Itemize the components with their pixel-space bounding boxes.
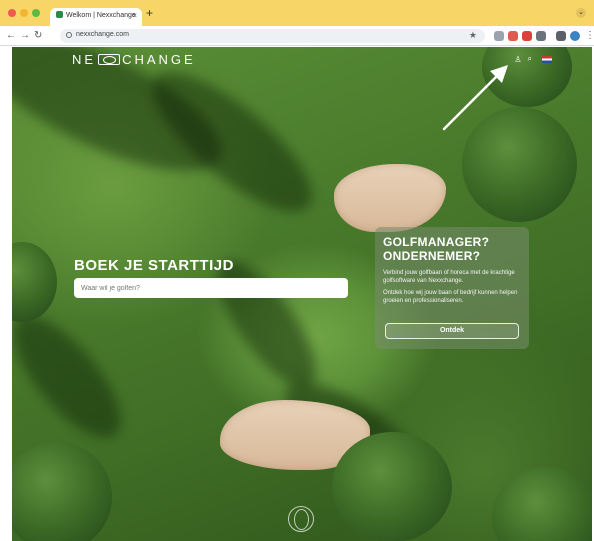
sidepanel-icon[interactable] bbox=[556, 31, 566, 41]
extension-icon[interactable] bbox=[522, 31, 532, 41]
hero-page: NECHANGE ♙ ⌕ BOEK JE STARTTIJD GOLFMANAG… bbox=[12, 47, 592, 541]
window-minimize-dot[interactable] bbox=[20, 9, 28, 17]
url-text: nexxchange.com bbox=[76, 31, 129, 38]
tab-close-icon[interactable]: × bbox=[132, 11, 137, 20]
window-close-dot[interactable] bbox=[8, 9, 16, 17]
browser-toolbar: ← → ↻ nexxchange.com ★ ⋮ bbox=[0, 26, 594, 46]
extension-icon[interactable] bbox=[508, 31, 518, 41]
new-tab-button[interactable]: + bbox=[146, 6, 153, 20]
forward-button[interactable]: → bbox=[20, 30, 30, 42]
discover-button[interactable]: Ontdek bbox=[385, 323, 519, 339]
back-button[interactable]: ← bbox=[6, 30, 16, 42]
promo-card: GOLFMANAGER? ONDERNEMER? Verbind jouw go… bbox=[375, 227, 529, 349]
promo-title-line1: GOLFMANAGER? bbox=[383, 235, 490, 249]
reload-button[interactable]: ↻ bbox=[34, 30, 42, 42]
profile-avatar[interactable] bbox=[570, 31, 580, 41]
window-maximize-dot[interactable] bbox=[32, 9, 40, 17]
bookmark-star-icon[interactable]: ★ bbox=[469, 30, 477, 41]
tab-title: Welkom | Nexxchange bbox=[66, 12, 136, 19]
extensions-puzzle-icon[interactable] bbox=[536, 31, 546, 41]
browser-tab-bar: Welkom | Nexxchange × + ⌄ bbox=[0, 0, 594, 26]
search-input[interactable] bbox=[74, 278, 348, 298]
favicon-icon bbox=[56, 11, 63, 18]
site-info-icon[interactable] bbox=[66, 32, 72, 38]
hero-title: BOEK JE STARTTIJD bbox=[74, 257, 234, 274]
browser-menu-icon[interactable]: ⋮ bbox=[585, 30, 594, 42]
browser-tab[interactable]: Welkom | Nexxchange × bbox=[50, 8, 142, 26]
promo-text: Ontdek hoe wij jouw baan of bedrijf kunn… bbox=[383, 290, 518, 304]
promo-title-line2: ONDERNEMER? bbox=[383, 249, 481, 263]
extension-icon[interactable] bbox=[494, 31, 504, 41]
address-bar[interactable]: nexxchange.com ★ bbox=[60, 29, 485, 43]
tab-search-icon[interactable]: ⌄ bbox=[576, 8, 586, 18]
promo-text: Verbind jouw golfbaan of horeca met de k… bbox=[383, 270, 515, 284]
brand-emblem-icon bbox=[288, 506, 314, 532]
